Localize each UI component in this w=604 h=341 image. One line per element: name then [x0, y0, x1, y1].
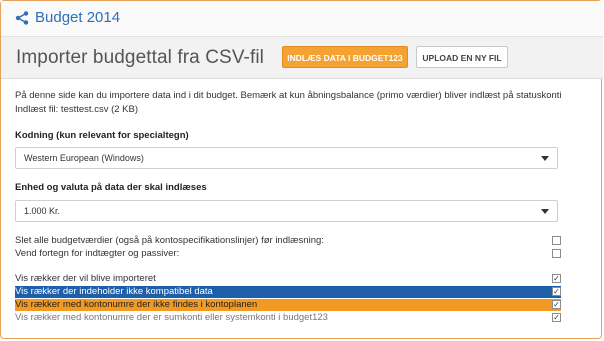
option-label: Vend fortegn for indtægter og passiver:	[15, 248, 180, 259]
loaded-file-info: Indlæst fil: testtest.csv (2 KB)	[15, 103, 139, 115]
upload-new-file-button[interactable]: UPLOAD EN NY FIL	[416, 46, 508, 68]
filter-label: Vis rækker med kontonumre der ikke finde…	[15, 299, 258, 310]
option-row-delete-values: Slet alle budgetværdier (også på kontosp…	[15, 235, 561, 247]
reverse-sign-checkbox[interactable]	[552, 249, 561, 258]
unit-select[interactable]: 1.000 Kr.	[15, 200, 558, 222]
filter-row-sum-accounts: Vis rækker med kontonumre der er sumkont…	[15, 312, 561, 324]
app-title: Budget 2014	[35, 9, 121, 26]
unit-label: Enhed og valuta på data der skal indlæse…	[15, 182, 207, 193]
show-sum-accounts-checkbox[interactable]: ✓	[552, 313, 561, 322]
show-unknown-accounts-checkbox[interactable]: ✓	[552, 300, 561, 309]
encoding-selected-value: Western European (Windows)	[24, 153, 144, 163]
filter-label: Vis rækker der vil blive importeret	[15, 273, 156, 284]
filter-label: Vis rækker der indeholder ikke kompatibe…	[15, 286, 213, 297]
option-label: Slet alle budgetværdier (også på kontosp…	[15, 235, 324, 246]
filter-row-incompatible: Vis rækker der indeholder ikke kompatibe…	[15, 286, 561, 298]
intro-description: På denne side kan du importere data ind …	[15, 90, 562, 101]
unit-selected-value: 1.000 Kr.	[24, 206, 61, 216]
filter-row-import: Vis rækker der vil blive importeret ✓	[15, 273, 561, 285]
load-data-button[interactable]: INDLÆS DATA I BUDGET123	[282, 46, 408, 68]
top-bar: Budget 2014	[1, 1, 603, 37]
show-incompatible-rows-checkbox[interactable]: ✓	[552, 287, 561, 296]
show-import-rows-checkbox[interactable]: ✓	[552, 274, 561, 283]
encoding-select[interactable]: Western European (Windows)	[15, 147, 558, 169]
chevron-down-icon	[541, 209, 549, 214]
filter-label: Vis rækker med kontonumre der er sumkont…	[15, 312, 328, 323]
chevron-down-icon	[541, 156, 549, 161]
filter-row-unknown-accounts: Vis rækker med kontonumre der ikke finde…	[15, 299, 561, 311]
intro-text: På denne side kan du importere data ind …	[15, 89, 590, 116]
page-title: Importer budgettal fra CSV-fil	[16, 47, 264, 68]
page-header: Importer budgettal fra CSV-fil INDLÆS DA…	[1, 37, 603, 79]
encoding-label: Kodning (kun relevant for specialtegn)	[15, 130, 189, 141]
delete-values-checkbox[interactable]	[552, 236, 561, 245]
share-logo-icon	[15, 10, 29, 25]
option-row-reverse-sign: Vend fortegn for indtægter og passiver:	[15, 248, 561, 260]
brand[interactable]: Budget 2014	[15, 9, 120, 26]
